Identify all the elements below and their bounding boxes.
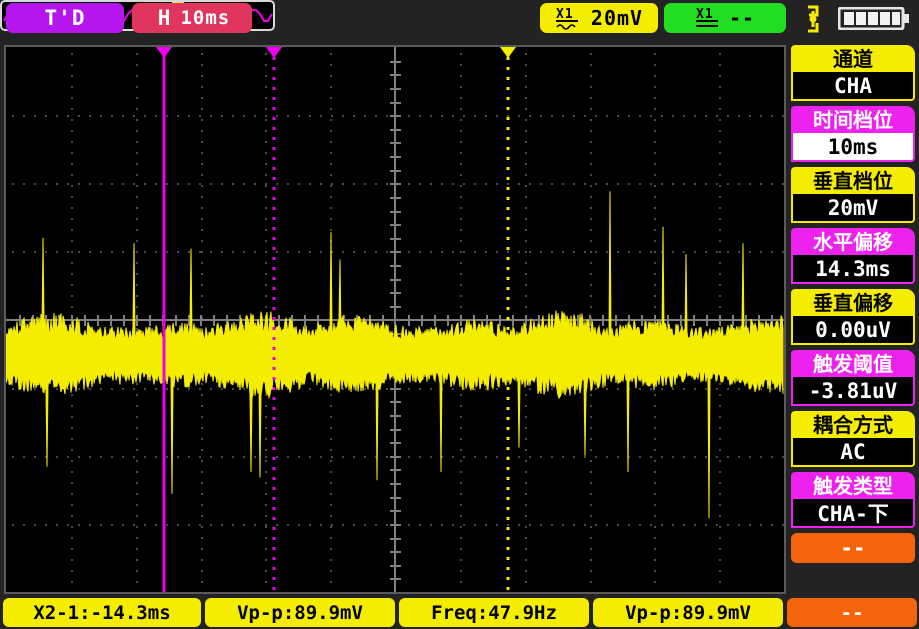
battery-full-icon (837, 6, 912, 31)
waveform-display-area[interactable] (4, 45, 786, 594)
measurement-cell-4[interactable]: -- (787, 598, 917, 627)
sidebar-panel-label-2: 垂直档位 (791, 167, 915, 194)
oscilloscope-screen: T'D H 10ms X1 20mV X1 -- 通道 CHA 时间档位 10m… (0, 0, 919, 629)
parameter-sidebar: 通道 CHA 时间档位 10ms 垂直档位 20mV 水平偏移 14.3ms 垂直偏移 0.00u… (791, 45, 917, 594)
sidebar-bottom-button[interactable]: -- (791, 533, 915, 563)
sidebar-panel-value-6[interactable]: AC (791, 438, 915, 467)
measurement-cell-3[interactable]: Vp-p:89.9mV (593, 598, 783, 627)
trigger-source-badge[interactable]: X1 -- (664, 3, 786, 33)
sidebar-panel-label-1: 时间档位 (791, 106, 915, 133)
sidebar-panel-label-3: 水平偏移 (791, 228, 915, 255)
sidebar-panel-value-5[interactable]: -3.81uV (791, 377, 915, 406)
x1-attenuation-dc-icon: X1 (695, 6, 721, 30)
cursor-1-handle[interactable] (156, 47, 172, 58)
timebase-value: 10ms (180, 7, 231, 29)
vertical-scale-badge[interactable]: X1 20mV (540, 3, 658, 33)
cursor-overlay[interactable] (6, 47, 784, 592)
sidebar-panel-1[interactable]: 时间档位 10ms (791, 106, 915, 162)
measurement-cell-1[interactable]: Vp-p:89.9mV (205, 598, 395, 627)
sidebar-panel-4[interactable]: 垂直偏移 0.00uV (791, 289, 915, 345)
timebase-badge[interactable]: H 10ms (132, 3, 252, 33)
trigger-source-value: -- (728, 6, 756, 30)
measurement-bottom-bar: X2-1:-14.3ms Vp-p:89.9mV Freq:47.9Hz Vp-p:8… (0, 597, 919, 629)
sidebar-bottom-button-label: -- (840, 536, 866, 560)
sidebar-panel-value-7[interactable]: CHA-下 (791, 499, 915, 528)
svg-text:X1: X1 (556, 7, 574, 22)
sidebar-panel-value-1[interactable]: 10ms (791, 133, 915, 162)
measurement-cell-0[interactable]: X2-1:-14.3ms (3, 598, 201, 627)
sidebar-panel-label-5: 触发阈值 (791, 350, 915, 377)
waveform-plot (6, 47, 784, 592)
measurement-cell-2[interactable]: Freq:47.9Hz (399, 598, 589, 627)
sidebar-panel-7[interactable]: 触发类型 CHA-下 (791, 472, 915, 528)
sidebar-panel-value-0[interactable]: CHA (791, 72, 915, 101)
run-status-label: T'D (44, 6, 86, 30)
timebase-icon-label: H (157, 6, 172, 30)
sidebar-panel-label-0: 通道 (791, 45, 915, 72)
trigger-position-handle[interactable] (500, 47, 516, 58)
run-status-badge[interactable]: T'D (6, 3, 124, 33)
sidebar-panel-5[interactable]: 触发阈值 -3.81uV (791, 350, 915, 406)
sidebar-panel-label-4: 垂直偏移 (791, 289, 915, 316)
svg-text:X1: X1 (696, 7, 714, 22)
x1-attenuation-ac-icon: X1 (555, 6, 581, 30)
sidebar-panel-value-2[interactable]: 20mV (791, 194, 915, 223)
sidebar-panel-label-7: 触发类型 (791, 472, 915, 499)
sidebar-panel-value-4[interactable]: 0.00uV (791, 316, 915, 345)
cursor-2-handle[interactable] (266, 47, 282, 58)
sidebar-panel-value-3[interactable]: 14.3ms (791, 255, 915, 284)
sidebar-panel-0[interactable]: 通道 CHA (791, 45, 915, 101)
top-status-bar: T'D H 10ms X1 20mV X1 -- (0, 0, 919, 36)
sidebar-panel-2[interactable]: 垂直档位 20mV (791, 167, 915, 223)
trigger-level-icon[interactable] (800, 4, 826, 34)
sidebar-panel-6[interactable]: 耦合方式 AC (791, 411, 915, 467)
sidebar-panel-label-6: 耦合方式 (791, 411, 915, 438)
sidebar-panel-3[interactable]: 水平偏移 14.3ms (791, 228, 915, 284)
vertical-scale-value: 20mV (590, 6, 644, 30)
